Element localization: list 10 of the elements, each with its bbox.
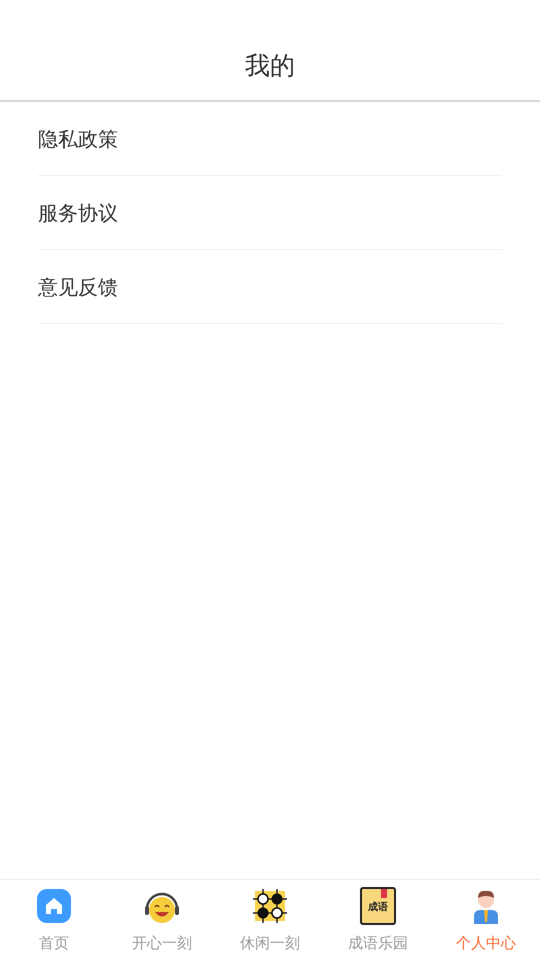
menu-item[interactable]: 意见反馈 bbox=[38, 250, 502, 324]
page-title: 我的 bbox=[245, 50, 295, 82]
home-icon bbox=[37, 889, 71, 923]
tab[interactable]: 成语 成语乐园 bbox=[324, 880, 432, 960]
go-board-icon bbox=[253, 889, 287, 923]
bookmark-ribbon-icon bbox=[381, 889, 387, 898]
menu-item[interactable]: 隐私政策 bbox=[38, 102, 502, 176]
menu-item[interactable]: 服务协议 bbox=[38, 176, 502, 250]
book-icon-text: 成语 bbox=[368, 903, 388, 913]
person-icon bbox=[471, 888, 501, 924]
